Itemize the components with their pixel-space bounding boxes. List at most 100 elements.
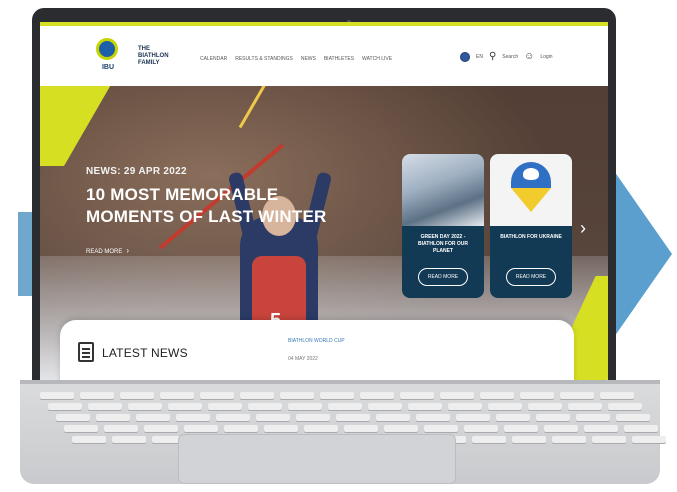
site-header: IBU THE BIATHLON FAMILY CALENDAR RESULTS…	[40, 26, 608, 86]
keyboard-key	[480, 392, 514, 399]
background-arrow-head	[612, 168, 672, 340]
keyboard-key	[288, 403, 322, 410]
keyboard-key	[56, 414, 90, 421]
nav-item-watch-live[interactable]: WATCH LIVE	[362, 56, 392, 62]
keyboard-key	[104, 425, 138, 432]
nav-item-news[interactable]: NEWS	[301, 56, 316, 62]
keyboard-key	[520, 392, 554, 399]
hero-read-more-link[interactable]: READ MORE ›	[86, 246, 129, 255]
keyboard-key	[208, 403, 242, 410]
keyboard-key	[112, 436, 146, 443]
promo-card-read-more-button[interactable]: READ MORE	[418, 268, 468, 286]
language-selector[interactable]: EN	[476, 54, 483, 60]
keyboard-key	[240, 392, 274, 399]
family-line-1: THE	[138, 46, 150, 52]
keyboard-key	[344, 425, 378, 432]
main-nav: CALENDAR RESULTS & STANDINGS NEWS BIATHL…	[200, 56, 392, 62]
keyboard-key	[176, 414, 210, 421]
promo-card-image-heart	[490, 154, 572, 226]
keyboard-key	[96, 414, 130, 421]
header-utilities: EN ⚲ Search ☺ Login	[460, 52, 553, 62]
keyboard-key	[544, 425, 578, 432]
globe-icon[interactable]	[460, 52, 470, 62]
ibu-logo-text: IBU	[101, 64, 115, 71]
keyboard-key	[560, 392, 594, 399]
keyboard-key	[40, 392, 74, 399]
keyboard-key	[416, 414, 450, 421]
keyboard-key	[552, 436, 586, 443]
keyboard-key	[408, 403, 442, 410]
keyboard-key	[128, 403, 162, 410]
keyboard-key	[592, 436, 626, 443]
promo-card-title: BIATHLON FOR UKRAINE	[500, 234, 562, 240]
dove-icon	[523, 168, 539, 180]
keyboard-key	[280, 392, 314, 399]
newspaper-icon	[78, 342, 94, 362]
keyboard-key	[464, 425, 498, 432]
keyboard-key	[296, 414, 330, 421]
promo-card-ukraine[interactable]: BIATHLON FOR UKRAINE READ MORE	[490, 154, 572, 298]
keyboard-key	[616, 414, 650, 421]
hero-read-more-label: READ MORE	[86, 249, 123, 255]
keyboard-key	[488, 403, 522, 410]
keyboard-key	[328, 403, 362, 410]
latest-news-item-link[interactable]: BIATHLON WORLD CUP	[288, 338, 345, 344]
hero-news-date: NEWS: 29 APR 2022	[86, 166, 187, 177]
keyboard-key	[376, 414, 410, 421]
keyboard-key	[136, 414, 170, 421]
chevron-right-icon[interactable]: ›	[580, 218, 586, 239]
keyboard-key	[504, 425, 538, 432]
arrow-right-icon: ›	[126, 246, 130, 255]
keyboard-key	[184, 425, 218, 432]
keyboard-key	[440, 392, 474, 399]
keyboard-key	[496, 414, 530, 421]
keyboard-key	[624, 425, 658, 432]
keyboard-key	[256, 414, 290, 421]
search-label[interactable]: Search	[502, 54, 518, 60]
search-icon[interactable]: ⚲	[489, 52, 496, 62]
promo-card-green-day[interactable]: GREEN DAY 2022 - BIATHLON FOR OUR PLANET…	[402, 154, 484, 298]
keyboard-key	[144, 425, 178, 432]
heart-yellow-half	[511, 188, 551, 212]
keyboard-key	[400, 392, 434, 399]
keyboard-key	[120, 392, 154, 399]
keyboard-key	[248, 403, 282, 410]
image-stage: IBU THE BIATHLON FAMILY CALENDAR RESULTS…	[0, 0, 677, 492]
keyboard-key	[512, 436, 546, 443]
nav-item-results[interactable]: RESULTS & STANDINGS	[235, 56, 293, 62]
keyboard-key	[48, 403, 82, 410]
keyboard-key	[424, 425, 458, 432]
keyboard-key	[168, 403, 202, 410]
keyboard-key	[72, 436, 106, 443]
family-line-2: BIATHLON	[138, 53, 169, 59]
keyboard-key	[536, 414, 570, 421]
nav-item-biathletes[interactable]: BIATHLETES	[324, 56, 354, 62]
ibu-logo-icon	[96, 38, 118, 60]
keyboard-key	[584, 425, 618, 432]
biathlon-family-logo[interactable]: THE BIATHLON FAMILY	[138, 46, 188, 67]
keyboard-key	[80, 392, 114, 399]
keyboard-key	[216, 414, 250, 421]
keyboard-key	[336, 414, 370, 421]
touchpad	[178, 434, 456, 484]
laptop-screen: IBU THE BIATHLON FAMILY CALENDAR RESULTS…	[40, 22, 608, 384]
keyboard-key	[632, 436, 666, 443]
keyboard-key	[200, 392, 234, 399]
keyboard-key	[384, 425, 418, 432]
family-line-3: FAMILY	[138, 60, 160, 66]
keyboard-key	[64, 425, 98, 432]
latest-news-item-date: 04 MAY 2022	[288, 356, 318, 362]
keyboard-key	[368, 403, 402, 410]
promo-card-image-mountain	[402, 154, 484, 226]
hero-headline[interactable]: 10 MOST MEMORABLE MOMENTS OF LAST WINTER	[86, 184, 366, 228]
user-icon[interactable]: ☺	[524, 52, 534, 62]
login-label[interactable]: Login	[540, 54, 552, 60]
nav-item-calendar[interactable]: CALENDAR	[200, 56, 227, 62]
keyboard-key	[88, 403, 122, 410]
promo-card-read-more-button[interactable]: READ MORE	[506, 268, 556, 286]
ibu-logo[interactable]: IBU	[92, 34, 122, 74]
keyboard-key	[608, 403, 642, 410]
keyboard-key	[224, 425, 258, 432]
ski-pole-2	[238, 86, 302, 129]
keyboard-key	[528, 403, 562, 410]
